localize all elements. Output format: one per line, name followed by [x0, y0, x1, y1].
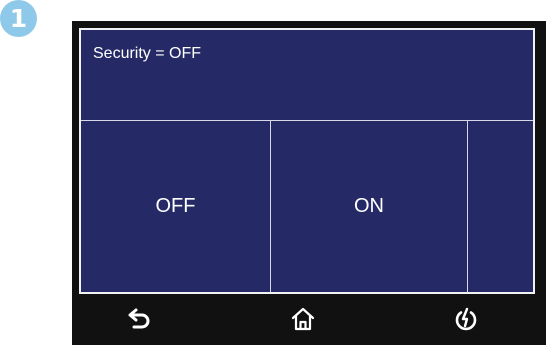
- status-area: Security = OFF: [81, 30, 533, 121]
- power-icon: [455, 307, 477, 331]
- security-off-button[interactable]: OFF: [81, 121, 271, 292]
- power-button[interactable]: [449, 302, 483, 336]
- home-button[interactable]: [286, 302, 320, 336]
- empty-option-slot: [468, 121, 533, 292]
- security-status-text: Security = OFF: [93, 45, 202, 62]
- back-arrow-icon: [128, 308, 150, 329]
- navigation-bar: [72, 296, 546, 345]
- option-row: OFF ON: [81, 121, 533, 292]
- instrument-display: Security = OFF OFF ON: [72, 21, 546, 345]
- step-number-badge: 1: [0, 0, 37, 37]
- home-icon: [291, 307, 315, 331]
- security-on-button[interactable]: ON: [271, 121, 468, 292]
- back-button[interactable]: [123, 302, 157, 336]
- touch-screen: Security = OFF OFF ON: [79, 28, 535, 294]
